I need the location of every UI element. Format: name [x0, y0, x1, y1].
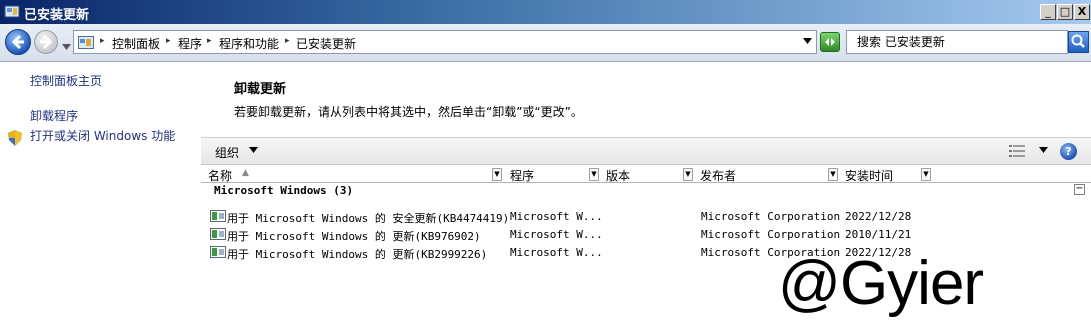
column-filter-dropdown[interactable]: ▼ — [921, 168, 931, 181]
breadcrumb-separator[interactable]: ▸ — [100, 36, 105, 46]
column-filter-dropdown[interactable]: ▼ — [828, 168, 838, 181]
row-program: Microsoft W... — [510, 210, 603, 223]
row-program: Microsoft W... — [510, 228, 603, 241]
table-row[interactable]: 用于 Microsoft Windows 的 更新(KB976902) Micr… — [201, 226, 1091, 244]
breadcrumb-installed-updates[interactable]: 已安装更新 — [296, 35, 356, 52]
recent-pages-dropdown[interactable] — [62, 39, 71, 53]
refresh-icon — [825, 38, 835, 46]
forward-arrow-icon — [40, 34, 53, 50]
chevron-down-icon — [249, 147, 258, 153]
organize-button[interactable]: 组织 — [215, 144, 239, 161]
row-name: 用于 Microsoft Windows 的 更新(KB2999226) — [227, 248, 488, 261]
search-button[interactable] — [1068, 31, 1089, 53]
breadcrumb-programs-features[interactable]: 程序和功能 — [219, 35, 279, 52]
task-pane: 控制面板主页 卸载程序 打开或关闭 Windows 功能 — [0, 62, 200, 329]
update-icon — [210, 246, 226, 258]
address-dropdown[interactable] — [803, 37, 812, 47]
group-header[interactable]: Microsoft Windows (3) — [214, 184, 353, 197]
column-filter-dropdown[interactable]: ▼ — [683, 168, 693, 181]
maximize-button[interactable]: □ — [1057, 4, 1073, 20]
row-name: 用于 Microsoft Windows 的 安全更新(KB4474419) — [227, 212, 510, 225]
control-panel-home-link[interactable]: 控制面板主页 — [30, 72, 102, 89]
address-bar[interactable]: ▸ 控制面板 ▸ 程序 ▸ 程序和功能 ▸ 已安装更新 — [73, 30, 817, 54]
update-icon — [210, 228, 226, 240]
window-title: 已安装更新 — [24, 8, 90, 23]
row-publisher: Microsoft Corporation — [701, 210, 841, 223]
refresh-button[interactable] — [820, 32, 840, 52]
views-icon[interactable] — [1009, 144, 1025, 158]
column-header-name[interactable]: 名称 — [208, 167, 232, 184]
sort-up-icon: ▲ — [242, 168, 249, 178]
breadcrumb-separator[interactable]: ▸ — [166, 36, 171, 46]
breadcrumb-programs[interactable]: 程序 — [178, 35, 202, 52]
forward-button[interactable] — [34, 30, 58, 54]
views-dropdown[interactable] — [1039, 146, 1048, 156]
column-filter-dropdown[interactable]: ▼ — [492, 168, 502, 181]
column-header-row: 名称 ▲ ▼ 程序 ▼ 版本 ▼ 发布者 ▼ 安装时间 ▼ — [201, 166, 1091, 183]
row-program: Microsoft W... — [510, 246, 603, 259]
organize-dropdown[interactable] — [249, 146, 258, 156]
chevron-down-icon — [803, 38, 812, 44]
navigation-bar: ▸ 控制面板 ▸ 程序 ▸ 程序和功能 ▸ 已安装更新 — [0, 24, 1091, 62]
back-arrow-icon — [11, 34, 24, 50]
close-button[interactable]: X — [1074, 4, 1090, 20]
control-panel-icon — [4, 5, 20, 18]
column-header-version[interactable]: 版本 — [606, 167, 630, 184]
update-icon — [210, 210, 226, 222]
column-header-publisher[interactable]: 发布者 — [700, 167, 736, 184]
collapse-group-button[interactable]: − — [1074, 184, 1085, 195]
shield-icon — [8, 130, 22, 146]
column-filter-dropdown[interactable]: ▼ — [589, 168, 599, 181]
chevron-down-icon — [1039, 147, 1048, 153]
row-install-date: 2010/11/21 — [845, 228, 912, 241]
search-box[interactable] — [846, 30, 1068, 54]
breadcrumb-control-panel[interactable]: 控制面板 — [112, 35, 160, 52]
title-bar: 已安装更新 _ □ X — [0, 0, 1091, 24]
windows-features-link[interactable]: 打开或关闭 Windows 功能 — [30, 127, 175, 144]
search-icon — [1071, 34, 1085, 48]
column-header-install-date[interactable]: 安装时间 — [845, 167, 893, 184]
command-bar: 组织 ? — [201, 137, 1091, 165]
row-install-date: 2022/12/28 — [845, 210, 912, 223]
row-name: 用于 Microsoft Windows 的 更新(KB976902) — [227, 230, 481, 243]
search-input[interactable] — [849, 33, 1063, 51]
column-header-program[interactable]: 程序 — [510, 167, 534, 184]
back-button[interactable] — [5, 29, 31, 55]
help-icon[interactable]: ? — [1060, 143, 1077, 160]
page-title: 卸载更新 — [234, 82, 287, 97]
page-description: 若要卸载更新，请从列表中将其选中，然后单击“卸载”或“更改”。 — [234, 105, 583, 119]
minimize-button[interactable]: _ — [1040, 4, 1056, 20]
row-publisher: Microsoft Corporation — [701, 228, 841, 241]
breadcrumb-separator[interactable]: ▸ — [285, 36, 290, 46]
watermark: @Gyier — [778, 249, 984, 318]
uninstall-program-link[interactable]: 卸载程序 — [30, 107, 78, 124]
table-row[interactable]: 用于 Microsoft Windows 的 安全更新(KB4474419) M… — [201, 208, 1091, 226]
breadcrumb-separator[interactable]: ▸ — [207, 36, 212, 46]
folder-icon — [78, 36, 94, 49]
chevron-down-icon — [62, 44, 71, 50]
